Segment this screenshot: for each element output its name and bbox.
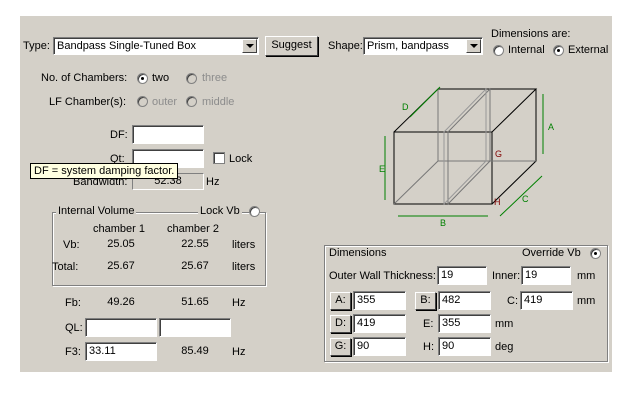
total-chamber-2: 25.67: [159, 258, 231, 275]
label-e: E: [379, 164, 385, 174]
shape-label: Shape:: [328, 40, 363, 52]
dims-internal-label: Internal: [508, 44, 545, 56]
vb-chamber-2: 22.55: [159, 236, 231, 253]
vb-label: Vb:: [63, 239, 80, 251]
chambers-two-radio[interactable]: [137, 73, 148, 84]
label-b: B: [440, 218, 446, 228]
dim-d-button[interactable]: D:: [330, 315, 351, 333]
lf-outer-label: outer: [152, 96, 178, 108]
lf-chambers-label: LF Chamber(s):: [49, 96, 127, 108]
dim-d-input[interactable]: 419: [353, 314, 406, 333]
dim-b-button[interactable]: B:: [415, 292, 436, 310]
inner-unit: mm: [577, 270, 596, 282]
lock-checkbox[interactable]: [213, 152, 225, 164]
chambers-two-label: two: [152, 72, 170, 84]
f3-unit: Hz: [232, 346, 246, 358]
vb-chamber-1: 25.05: [85, 236, 157, 253]
dim-h-label: H:: [423, 341, 434, 353]
ql-label: QL:: [65, 322, 83, 334]
label-c: C: [522, 194, 529, 204]
lock-label: Lock: [229, 153, 253, 165]
main-panel: Type: Bandpass Single-Tuned Box Suggest …: [20, 16, 612, 372]
inner-thickness-input[interactable]: 19: [521, 266, 571, 285]
chevron-down-icon[interactable]: [242, 39, 257, 53]
bandwidth-unit: Hz: [206, 176, 220, 188]
chevron-down-icon[interactable]: [466, 39, 481, 53]
dim-c-input[interactable]: 419: [520, 291, 573, 310]
lock-vb-radio[interactable]: [249, 206, 260, 217]
suggest-button[interactable]: Suggest: [265, 36, 318, 56]
dim-b-input[interactable]: 482: [438, 291, 491, 310]
label-d: D: [402, 102, 409, 112]
no-of-chambers-label: No. of Chambers:: [41, 72, 128, 84]
override-vb-radio[interactable]: [590, 248, 601, 259]
row3-unit: deg: [495, 341, 514, 353]
shape-dropdown[interactable]: Prism, bandpass: [363, 37, 483, 55]
type-label: Type:: [23, 40, 50, 52]
fb-unit: Hz: [232, 297, 246, 309]
total-label: Total:: [52, 261, 79, 273]
total-chamber-1: 25.67: [85, 258, 157, 275]
internal-volume-title: Internal Volume: [56, 205, 137, 218]
vb-unit: liters: [232, 239, 256, 251]
df-input[interactable]: [132, 125, 204, 144]
lf-middle-radio[interactable]: [186, 96, 197, 107]
shape-dropdown-value: Prism, bandpass: [367, 40, 449, 52]
ql-chamber-1-input[interactable]: [85, 318, 157, 337]
dims-external-radio[interactable]: [553, 45, 564, 56]
dims-external-label: External: [568, 44, 609, 56]
outer-wall-thickness-label: Outer Wall Thickness:: [329, 270, 436, 282]
chamber-1-header: chamber 1: [93, 223, 145, 235]
label-a: A: [548, 122, 554, 132]
lock-vb-label: Lock Vb: [198, 205, 242, 218]
row1-unit: mm: [577, 295, 596, 307]
chambers-three-label: three: [202, 72, 228, 84]
fb-chamber-2: 51.65: [159, 294, 231, 311]
f3-chamber-1-input[interactable]: 33.11: [85, 342, 157, 361]
f3-chamber-2: 85.49: [159, 343, 231, 360]
dims-internal-radio[interactable]: [493, 45, 504, 56]
label-g: G: [495, 149, 502, 159]
dim-a-button[interactable]: A:: [330, 292, 351, 310]
dimensions-title: Dimensions: [327, 247, 389, 260]
type-dropdown[interactable]: Bandpass Single-Tuned Box: [53, 37, 259, 55]
dimensions-are-label: Dimensions are:: [491, 28, 571, 40]
dim-a-input[interactable]: 355: [353, 291, 406, 310]
dim-e-input[interactable]: 355: [438, 314, 491, 333]
fb-chamber-1: 49.26: [85, 294, 157, 311]
df-tooltip: DF = system damping factor.: [30, 163, 179, 179]
lf-outer-radio[interactable]: [137, 96, 148, 107]
dimension-arrows: [384, 86, 544, 217]
dim-g-input[interactable]: 90: [353, 337, 406, 356]
dim-c-label: C:: [507, 295, 518, 307]
label-h: H: [494, 197, 501, 207]
total-unit: liters: [232, 261, 256, 273]
type-dropdown-value: Bandpass Single-Tuned Box: [57, 40, 197, 52]
lf-middle-label: middle: [202, 96, 235, 108]
row2-unit: mm: [495, 318, 514, 330]
chamber-2-header: chamber 2: [167, 223, 219, 235]
dim-g-button[interactable]: G:: [330, 338, 351, 356]
override-vb-label: Override Vb: [520, 247, 583, 260]
outer-wall-thickness-input[interactable]: 19: [437, 266, 487, 285]
dim-h-input[interactable]: 90: [438, 337, 491, 356]
inner-label: Inner:: [492, 270, 521, 282]
fb-label: Fb:: [65, 297, 81, 309]
df-label: DF:: [110, 129, 128, 141]
box-diagram: D E B C A G H: [379, 86, 554, 228]
chambers-three-radio[interactable]: [186, 73, 197, 84]
f3-label: F3:: [65, 346, 81, 358]
box-outline: [393, 87, 538, 206]
dim-e-label: E:: [423, 318, 434, 330]
ql-chamber-2-input[interactable]: [159, 318, 231, 337]
